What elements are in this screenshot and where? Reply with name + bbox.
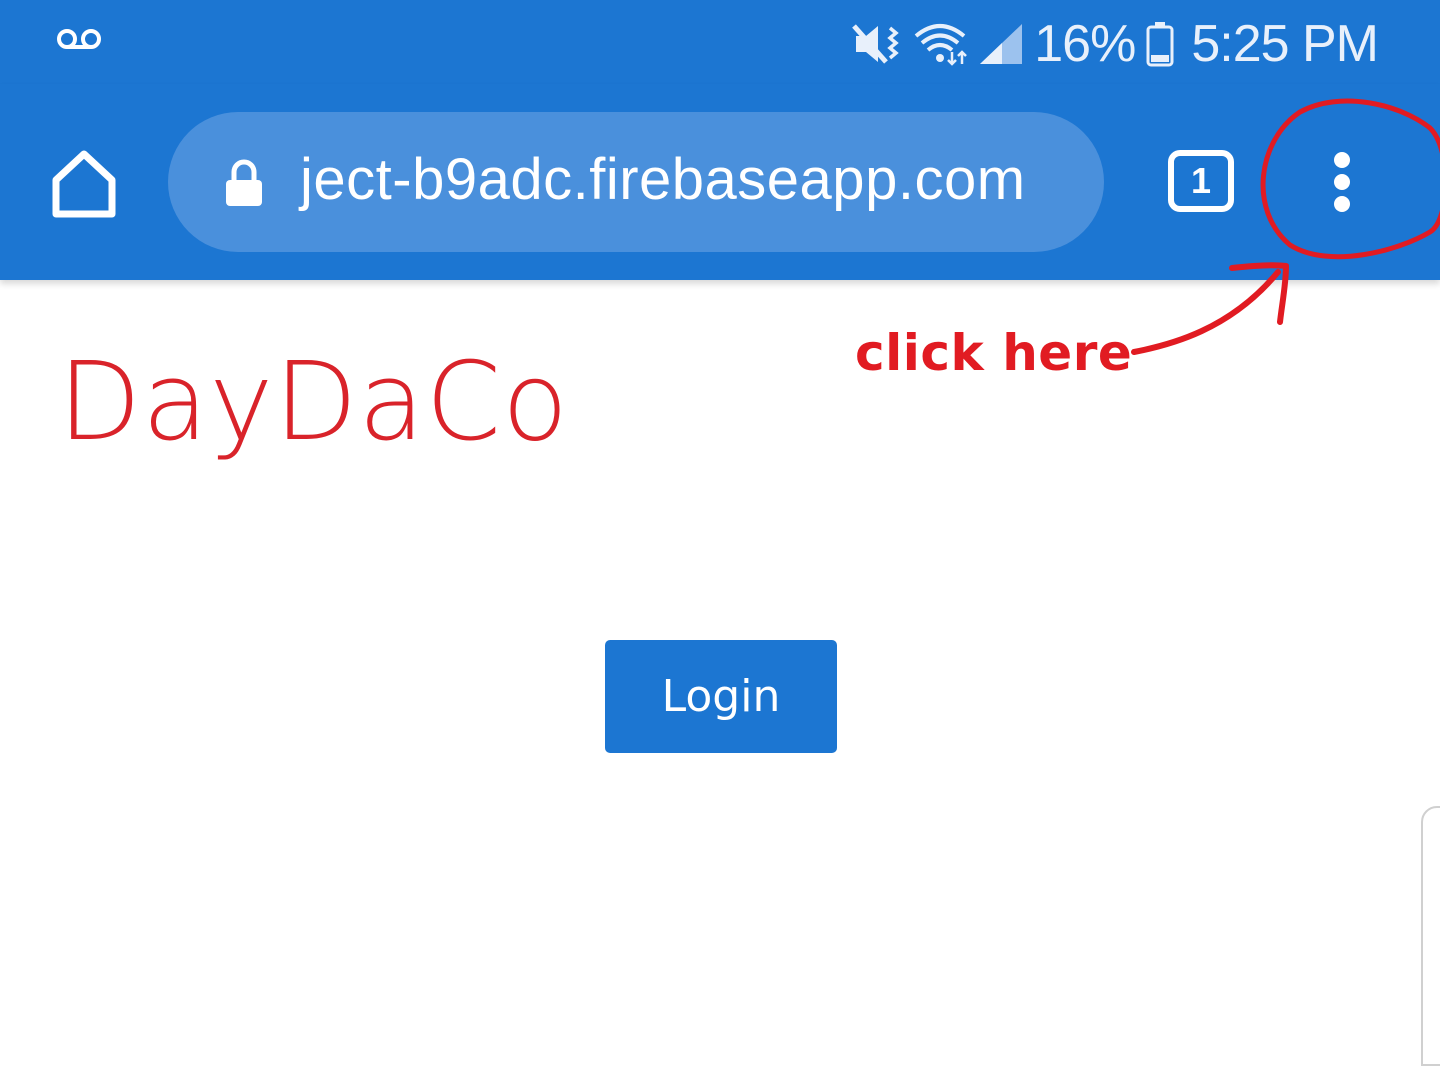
browser-toolbar: ject-b9adc.firebaseapp.com 1	[0, 84, 1440, 280]
menu-dot	[1334, 196, 1350, 212]
battery-icon	[1146, 22, 1174, 67]
tab-switcher-button[interactable]: 1	[1168, 150, 1234, 212]
page-title: DayDaCo	[58, 340, 570, 465]
annotation-text: click here	[855, 324, 1133, 382]
login-button[interactable]: Login	[605, 640, 837, 753]
annotation-arrow-line	[1131, 269, 1281, 355]
vibrate-icon	[852, 24, 899, 64]
status-bar: 16% 5:25 PM	[0, 0, 1440, 84]
status-icons: 16% 5:25 PM	[852, 14, 1379, 74]
menu-icon[interactable]	[1312, 150, 1372, 214]
menu-dot	[1334, 152, 1350, 168]
menu-dot	[1334, 174, 1350, 190]
home-icon[interactable]	[48, 148, 120, 220]
page-edge-overlay	[1421, 806, 1440, 1066]
tab-count: 1	[1190, 160, 1212, 201]
url-bar[interactable]: ject-b9adc.firebaseapp.com	[168, 112, 1104, 252]
url-text: ject-b9adc.firebaseapp.com	[300, 147, 1026, 212]
clock: 5:25 PM	[1191, 15, 1379, 73]
voicemail-icon	[57, 29, 101, 49]
wifi-icon	[914, 24, 968, 66]
signal-icon	[980, 24, 1023, 64]
battery-percent: 16%	[1034, 15, 1136, 73]
lock-icon	[226, 159, 262, 206]
